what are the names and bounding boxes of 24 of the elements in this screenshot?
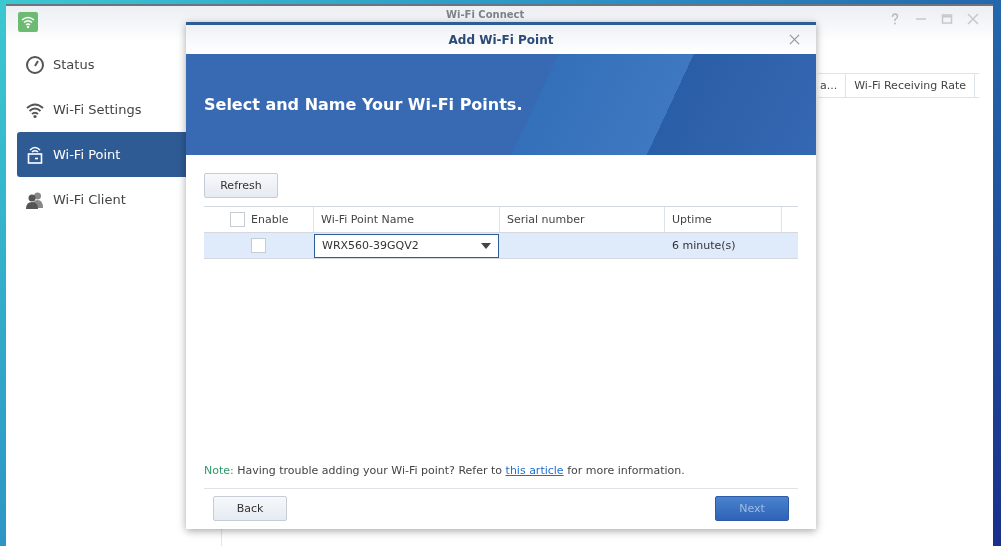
column-header: a... — [818, 74, 847, 97]
article-link[interactable]: this article — [505, 464, 564, 477]
banner-heading: Select and Name Your Wi-Fi Points. — [204, 95, 523, 114]
refresh-button[interactable]: Refresh — [204, 173, 278, 198]
maximize-icon[interactable] — [941, 13, 953, 25]
note-text: Note: Having trouble adding your Wi-Fi point? Refer to this article for more information. — [204, 464, 798, 489]
gauge-icon — [25, 54, 45, 75]
help-icon[interactable] — [889, 13, 901, 25]
column-header: Wi-Fi Receiving Rate — [846, 74, 975, 97]
window-title: Wi-Fi Connect — [446, 9, 525, 20]
dialog-title: Add Wi-Fi Point — [448, 32, 554, 47]
table-row[interactable]: WRX560-39GQV2 6 minute(s) — [204, 232, 798, 259]
caret-icon[interactable] — [481, 242, 491, 249]
back-button[interactable]: Back — [213, 496, 287, 521]
table-cell: 6 minute(s) — [672, 239, 736, 252]
close-icon[interactable] — [789, 34, 800, 45]
name-dropdown[interactable]: WRX560-39GQV2 — [314, 233, 499, 258]
column-header: Enable — [251, 213, 289, 226]
checkbox[interactable] — [230, 212, 245, 227]
close-icon[interactable] — [967, 13, 979, 25]
checkbox[interactable] — [251, 238, 266, 253]
wifi-logo-icon — [18, 12, 38, 32]
router-icon — [25, 144, 45, 165]
sidebar-item[interactable]: Status — [17, 42, 221, 87]
